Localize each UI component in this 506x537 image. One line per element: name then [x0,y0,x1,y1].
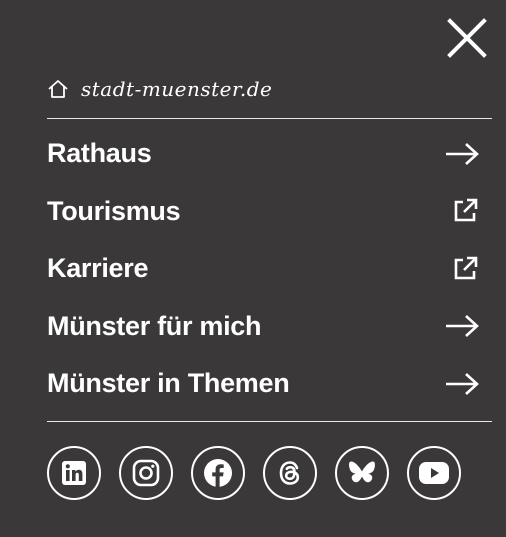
nav-item-rathaus[interactable]: Rathaus [47,125,492,183]
nav-item-label: Tourismus [47,195,181,226]
instagram-button[interactable] [119,446,173,500]
nav-item-label: Münster für mich [47,310,262,341]
nav-item-label: Münster in Themen [47,368,290,399]
nav-item-label: Karriere [47,253,149,284]
close-icon [447,18,487,58]
youtube-icon [419,462,449,484]
arrow-right-icon [443,369,479,399]
arrow-right-icon [443,139,479,169]
youtube-button[interactable] [407,446,461,500]
divider-bottom [47,421,492,422]
instagram-icon [132,459,160,487]
linkedin-button[interactable] [47,446,101,500]
home-icon [48,80,68,98]
main-nav: Rathaus Tourismus Karriere Münster für m… [47,125,492,413]
external-link-icon [443,196,479,226]
social-links [47,446,477,500]
divider-top [47,118,492,119]
bluesky-button[interactable] [335,446,389,500]
nav-item-tourismus[interactable]: Tourismus [47,183,492,241]
external-link-icon [443,254,479,284]
facebook-icon [204,459,232,487]
home-link[interactable]: stadt-muenster.de [47,74,272,104]
nav-item-muenster-in-themen[interactable]: Münster in Themen [47,355,492,413]
close-button[interactable] [446,17,488,59]
bluesky-icon [349,461,375,483]
nav-item-label: Rathaus [47,138,152,169]
nav-item-karriere[interactable]: Karriere [47,240,492,298]
facebook-button[interactable] [191,446,245,500]
linkedin-icon [62,461,86,485]
arrow-right-icon [443,311,479,341]
threads-button[interactable] [263,446,317,500]
nav-item-muenster-fuer-mich[interactable]: Münster für mich [47,298,492,356]
threads-icon [279,461,300,485]
home-link-label: stadt-muenster.de [81,77,273,101]
